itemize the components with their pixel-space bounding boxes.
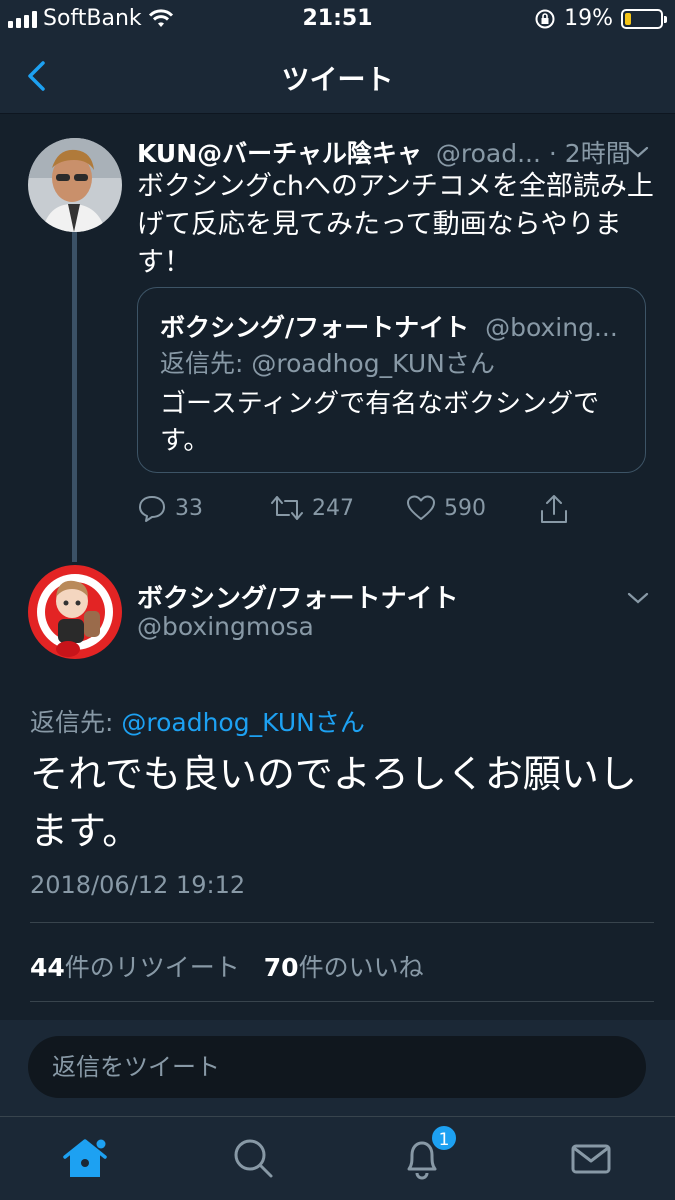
tweet2-timestamp: 2018/06/12 19:12 — [30, 871, 246, 899]
status-right: 19% — [534, 6, 667, 31]
like-total-label: 件のいいね — [298, 953, 424, 982]
tweet2-stats: 44件のリツイート 70件のいいね — [30, 948, 424, 984]
heart-icon — [407, 495, 435, 520]
reply-input[interactable] — [52, 1050, 612, 1084]
battery-percent: 19% — [564, 6, 613, 31]
tweet1-header: KUN@バーチャル陰キャ @road... · 2時間 — [137, 134, 657, 170]
search-icon[interactable] — [228, 1133, 278, 1183]
status-bar: SoftBank 21:51 19% — [0, 0, 675, 40]
tweet2-author-name[interactable]: ボクシング/フォートナイト — [137, 578, 459, 615]
quote-text: ゴースティングで有名なボクシングです。 — [160, 389, 600, 456]
tweet2-text: それでも良いのでよろしくお願いします。 — [30, 752, 637, 853]
share-icon — [541, 495, 567, 523]
quoted-tweet[interactable]: ボクシング/フォートナイト @boxing... 返信先: @roadhog_K… — [137, 287, 646, 473]
tweet1-text: ボクシングchへのアンチコメを全部読み上げて反応を見てみたって動画ならやります！ — [137, 171, 654, 278]
tweet1-time: · 2時間 — [548, 139, 631, 168]
reply-to-label: 返信先: — [30, 708, 122, 737]
retweet-action[interactable]: 247 — [270, 493, 354, 523]
tweet2-reply-to: 返信先: @roadhog_KUNさん — [30, 703, 365, 739]
reply-count: 33 — [175, 495, 203, 521]
battery-icon — [621, 8, 667, 29]
quote-author-handle: @boxing... — [485, 313, 618, 342]
battery-fill — [625, 12, 631, 25]
reply-composer — [0, 1020, 675, 1116]
likes-stat[interactable]: 70件のいいね — [264, 953, 424, 982]
tweet1-chevron-down-icon[interactable] — [626, 140, 650, 164]
like-count: 590 — [444, 495, 486, 521]
avatar-kun[interactable] — [28, 138, 122, 232]
notification-badge: 1 — [430, 1124, 458, 1152]
like-action[interactable]: 590 — [406, 493, 486, 523]
tweet1-author-handle[interactable]: @road... — [436, 139, 541, 168]
tweet2-chevron-down-icon[interactable] — [626, 586, 650, 610]
reply-action[interactable]: 33 — [137, 493, 203, 523]
tweet1-actions: 33 247 590 — [137, 493, 657, 529]
page-title: ツイート — [281, 63, 394, 96]
retweets-stat[interactable]: 44件のリツイート — [30, 953, 240, 982]
quote-author-name: ボクシング/フォートナイト — [160, 313, 470, 342]
divider-top — [30, 922, 654, 923]
messages-icon[interactable] — [566, 1133, 616, 1183]
home-icon[interactable] — [60, 1133, 110, 1183]
navigation-bar: ツイート — [0, 40, 675, 114]
tab-bar — [0, 1116, 675, 1200]
quote-header: ボクシング/フォートナイト @boxing... — [160, 308, 630, 344]
tweet1-author-name[interactable]: KUN@バーチャル陰キャ — [137, 139, 422, 168]
reply-to-user-link[interactable]: @roadhog_KUNさん — [121, 708, 364, 737]
reply-icon — [139, 496, 165, 522]
retweet-total: 44 — [30, 953, 65, 982]
thread-line — [72, 232, 77, 562]
tweet2-author-handle[interactable]: @boxingmosa — [137, 612, 314, 641]
retweet-count: 247 — [312, 495, 354, 521]
quote-reply-to: 返信先: @roadhog_KUNさん — [160, 349, 495, 378]
divider-bottom — [30, 1001, 654, 1002]
rotation-lock-icon — [535, 9, 555, 28]
retweet-total-label: 件のリツイート — [64, 953, 240, 982]
reply-input-container[interactable] — [28, 1036, 646, 1098]
avatar-boxingmosa[interactable] — [28, 565, 122, 659]
retweet-icon — [271, 496, 303, 520]
like-total: 70 — [263, 953, 299, 982]
share-action[interactable] — [539, 493, 569, 525]
